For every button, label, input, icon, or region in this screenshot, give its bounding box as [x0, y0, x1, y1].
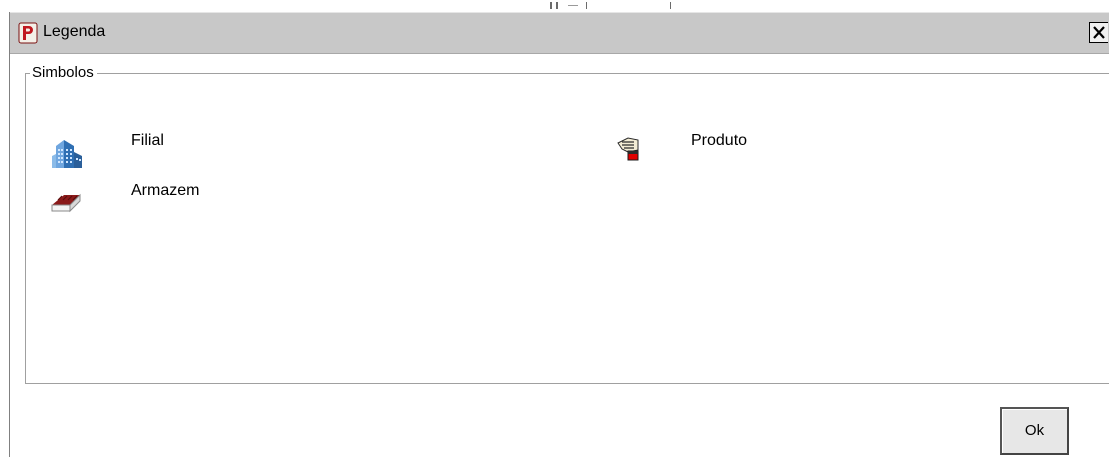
groupbox-title: Simbolos [30, 65, 97, 81]
legend-label-produto: Produto [691, 132, 748, 149]
ok-button[interactable]: Ok [1000, 407, 1069, 455]
title-bar[interactable]: Legenda [10, 12, 1109, 54]
symbols-groupbox [25, 73, 1109, 384]
close-button[interactable] [1089, 22, 1108, 43]
legend-label-filial: Filial [131, 132, 164, 149]
warehouse-icon [51, 193, 81, 213]
product-icon [617, 137, 639, 161]
building-icon [52, 140, 82, 168]
close-icon [1093, 26, 1105, 39]
app-logo-icon [18, 22, 38, 44]
legend-label-armazem: Armazem [131, 182, 200, 199]
legend-dialog: Legenda Simbolos Filial Produto Armazem … [9, 12, 1109, 457]
background-marks [550, 2, 671, 9]
background-strip [0, 0, 1109, 12]
window-title: Legenda [43, 23, 106, 40]
